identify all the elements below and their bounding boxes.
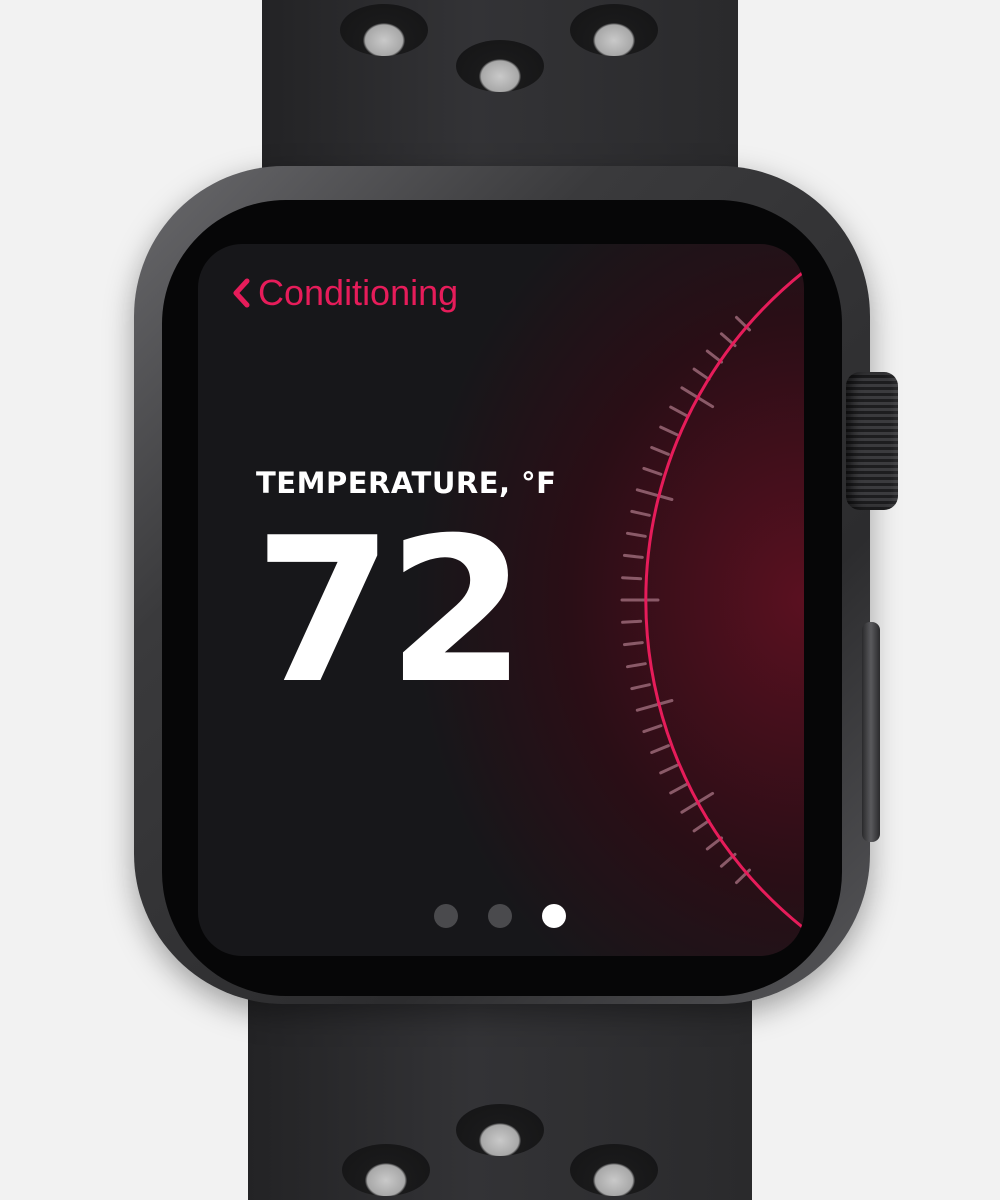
dial-tick — [669, 405, 689, 418]
digital-crown[interactable] — [846, 372, 898, 510]
dial-tick — [659, 763, 679, 775]
dial-tick — [623, 641, 644, 647]
dial-tick — [692, 819, 711, 833]
page-indicator — [434, 904, 566, 928]
dial-tick — [669, 782, 689, 795]
dial-tick — [621, 619, 643, 624]
watch-screen: Conditioning TEMPERATURE, °F 72 — [198, 244, 804, 956]
chevron-left-icon — [233, 278, 250, 308]
side-button[interactable] — [862, 622, 880, 842]
dial-arc — [644, 269, 804, 931]
dial-tick — [659, 425, 679, 437]
band-hole — [456, 40, 544, 92]
band-hole — [342, 1144, 430, 1196]
dial-tick — [621, 576, 643, 581]
dial-tick — [630, 509, 651, 517]
dial-tick — [692, 367, 711, 381]
band-hole — [340, 4, 428, 56]
page-dot[interactable] — [434, 904, 458, 928]
dial-ticks — [620, 315, 751, 885]
band-hole — [570, 1144, 658, 1196]
dial-tick — [650, 446, 670, 456]
dial-tick — [650, 744, 670, 754]
back-button[interactable]: Conditioning — [232, 272, 458, 314]
dial-tick — [626, 531, 647, 538]
dial-tick — [630, 683, 651, 691]
page-dot-active[interactable] — [542, 904, 566, 928]
dial-tick — [642, 724, 663, 734]
watch-band-bottom — [248, 980, 752, 1200]
band-hole — [456, 1104, 544, 1156]
dial-tick — [623, 553, 644, 559]
back-label: Conditioning — [258, 272, 459, 313]
dial-tick — [635, 488, 674, 501]
temperature-value: 72 — [254, 495, 526, 728]
band-hole — [570, 4, 658, 56]
dial-tick — [642, 466, 663, 476]
dial-tick — [635, 699, 674, 712]
watch-mockup: Conditioning TEMPERATURE, °F 72 — [0, 0, 1000, 1200]
page-dot[interactable] — [488, 904, 512, 928]
dial-tick — [626, 662, 647, 669]
